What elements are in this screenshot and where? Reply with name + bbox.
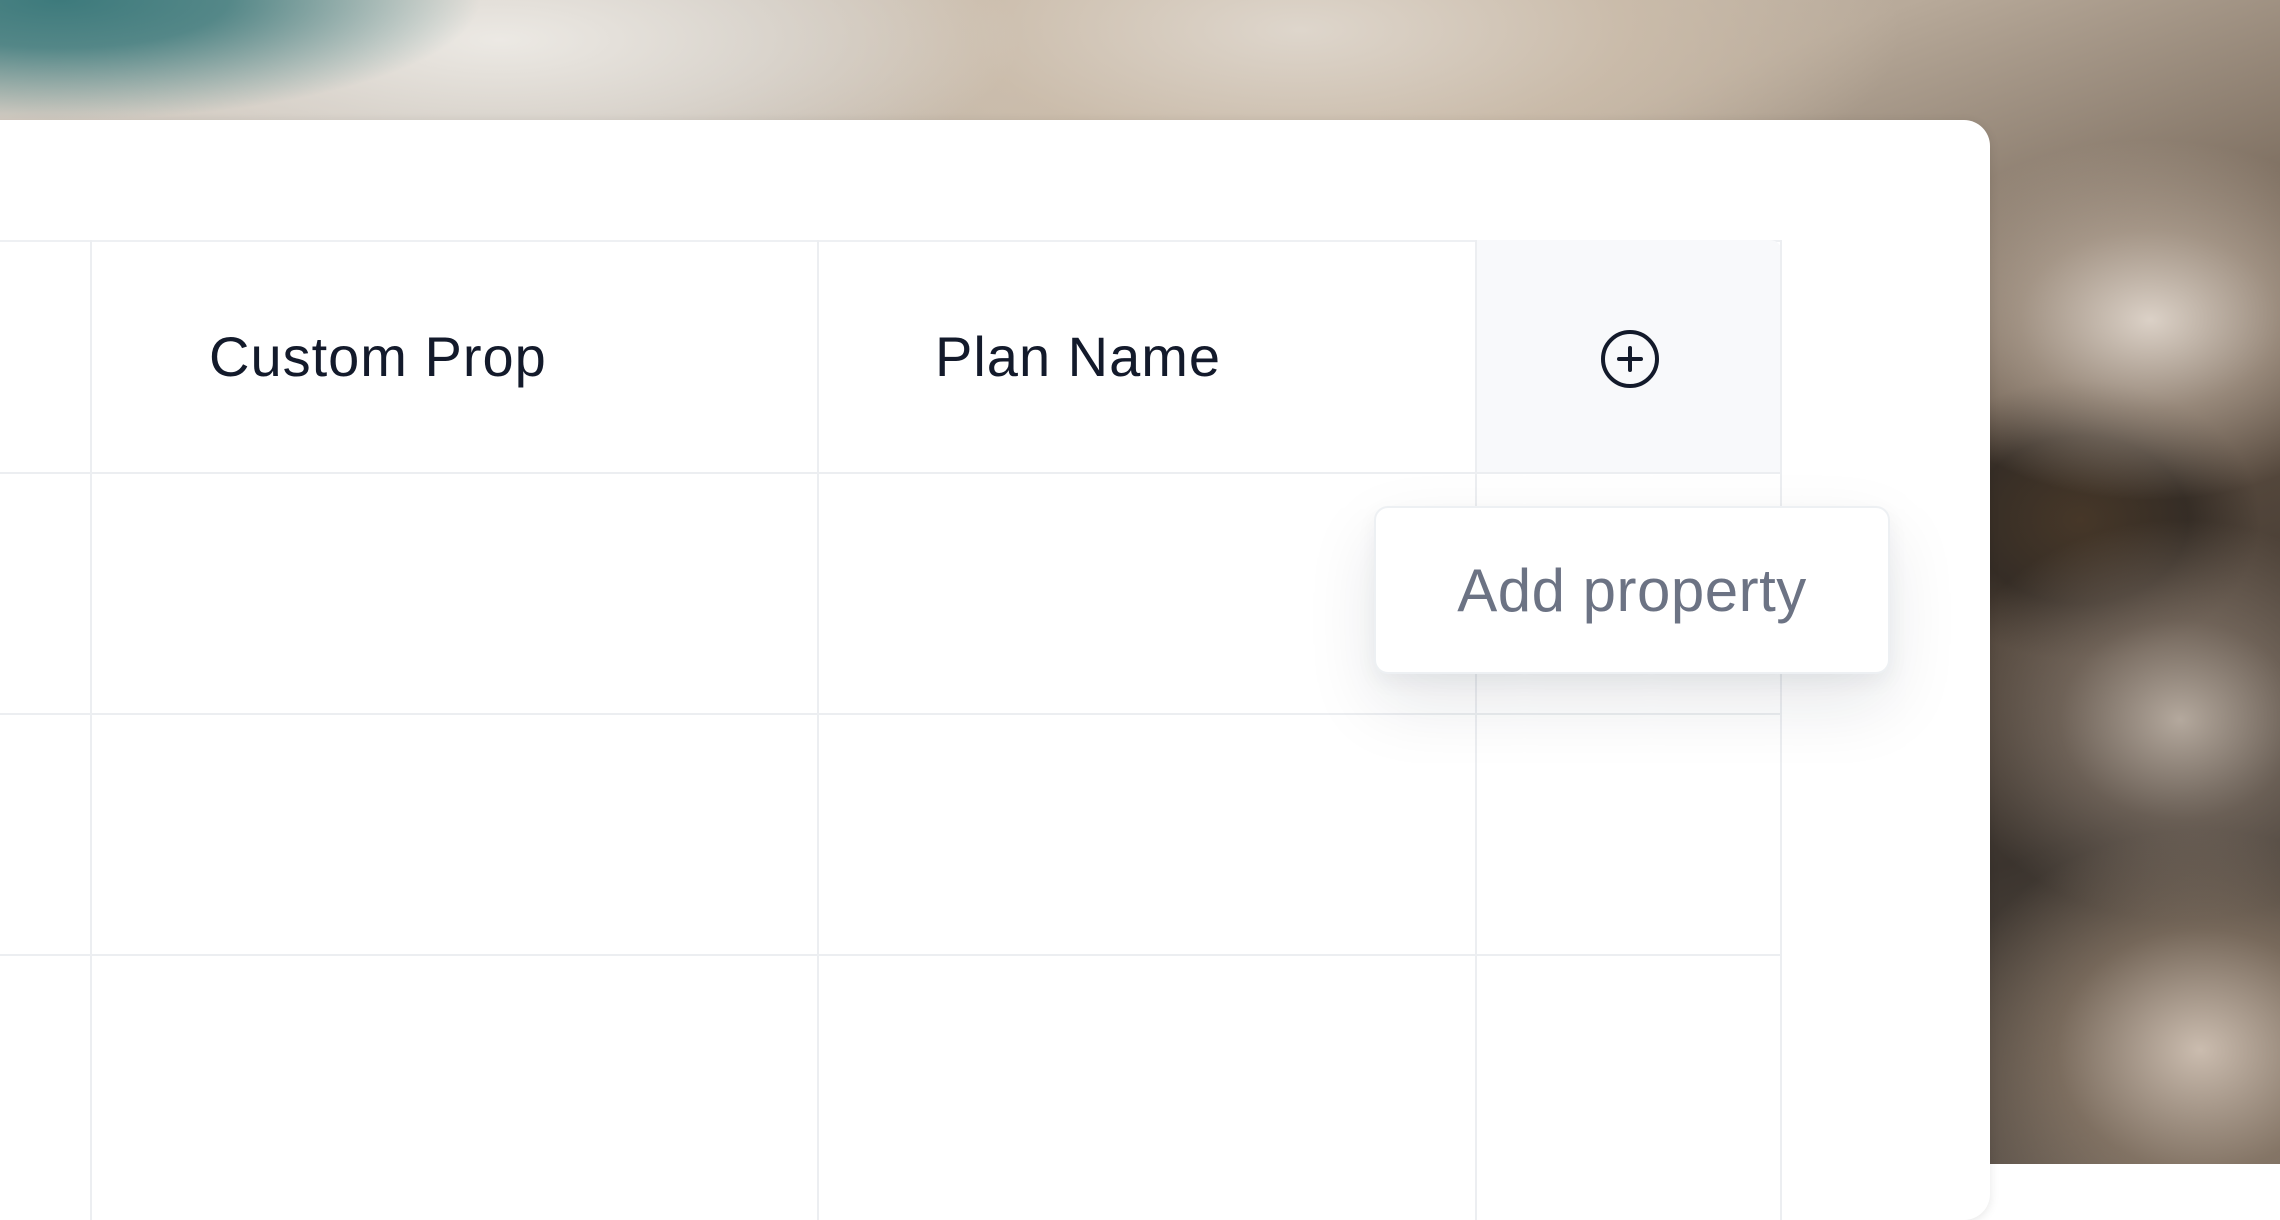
column-header-label: Plan Name bbox=[935, 324, 1222, 388]
table-right-border bbox=[1780, 240, 1782, 1220]
row-divider bbox=[0, 954, 1782, 956]
column-divider bbox=[1475, 240, 1477, 1220]
column-divider bbox=[90, 240, 92, 1220]
row-divider bbox=[0, 713, 1782, 715]
row-divider bbox=[0, 472, 1782, 474]
add-property-tooltip: Add property bbox=[1374, 506, 1890, 674]
column-header-plan-name[interactable]: Plan Name bbox=[935, 240, 1221, 472]
column-divider bbox=[817, 240, 819, 1220]
column-header-custom-prop[interactable]: Custom Prop bbox=[209, 240, 547, 472]
plus-circle-icon[interactable] bbox=[1600, 329, 1660, 389]
property-table: Custom Prop Plan Name bbox=[0, 240, 1782, 1220]
column-header-label: Custom Prop bbox=[209, 324, 547, 388]
tooltip-label: Add property bbox=[1457, 556, 1807, 624]
